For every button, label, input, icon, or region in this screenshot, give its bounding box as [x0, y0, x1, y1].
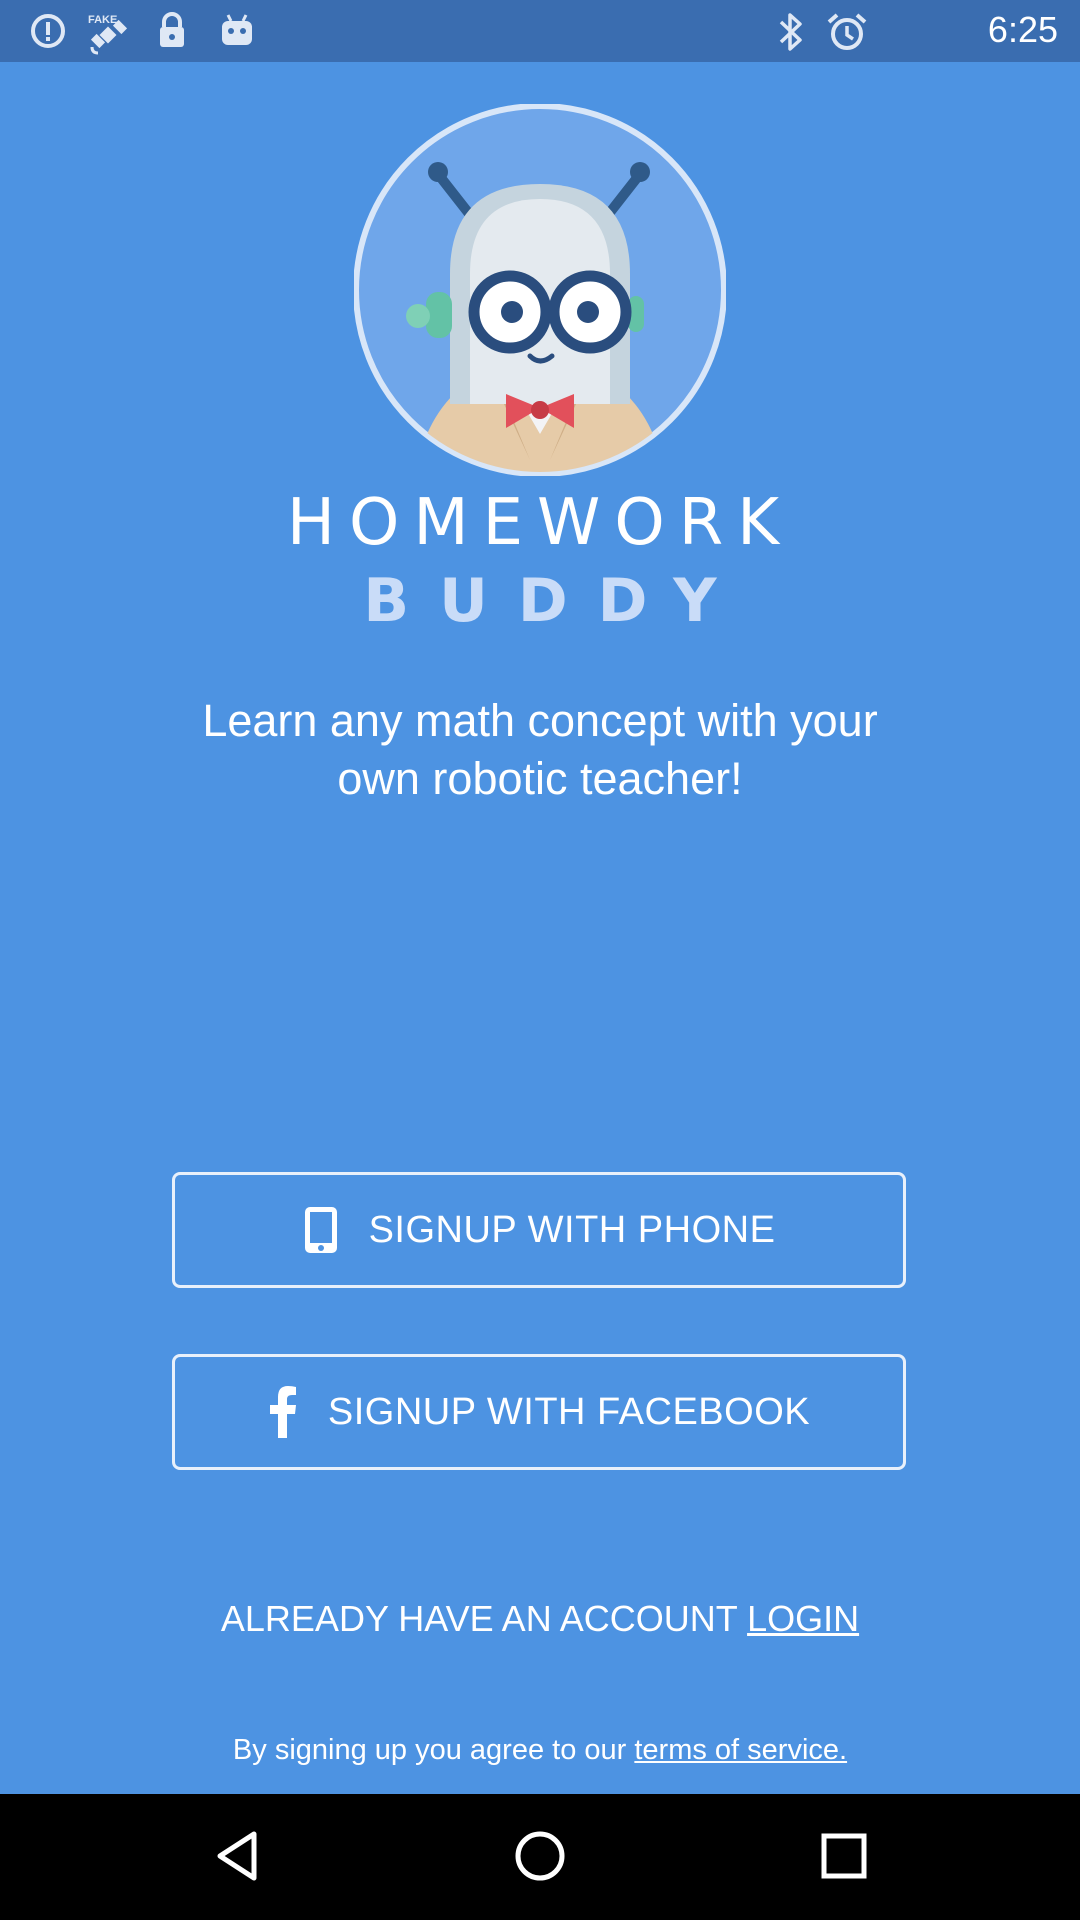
- signup-facebook-button[interactable]: SIGNUP WITH FACEBOOK: [172, 1354, 906, 1470]
- android-icon: [222, 14, 252, 45]
- login-link[interactable]: LOGIN: [747, 1598, 859, 1639]
- lock-icon: [160, 12, 184, 47]
- phone-icon: [303, 1205, 339, 1255]
- alert-circle-icon: [31, 14, 65, 48]
- recents-icon[interactable]: [814, 1826, 874, 1886]
- terms-of-service-link[interactable]: terms of service.: [634, 1734, 847, 1766]
- app-logo-title: HOMEWORK: [286, 486, 794, 560]
- terms-text: By signing up you agree to our: [232, 1734, 635, 1766]
- back-icon[interactable]: [208, 1826, 268, 1886]
- robot-mascot-logo: [354, 104, 726, 476]
- tagline-text: Learn any math concept with your own rob…: [202, 695, 878, 804]
- home-icon[interactable]: [510, 1826, 570, 1886]
- signup-phone-button[interactable]: SIGNUP WITH PHONE: [172, 1172, 906, 1288]
- bluetooth-icon: [779, 13, 802, 51]
- login-prompt-text: ALREADY HAVE AN ACCOUNT: [220, 1598, 748, 1639]
- app-logo-subtitle: BUDDY: [363, 566, 747, 636]
- status-time: 6:25: [987, 9, 1058, 50]
- facebook-icon: [268, 1386, 298, 1438]
- login-prompt: ALREADY HAVE AN ACCOUNT LOGIN: [0, 1598, 1080, 1640]
- fake-gps-satellite-icon: FAKE: [88, 14, 128, 55]
- signup-facebook-label: SIGNUP WITH FACEBOOK: [327, 1390, 811, 1433]
- alarm-icon: [827, 13, 867, 50]
- svg-text:FAKE: FAKE: [88, 14, 117, 26]
- terms-notice: By signing up you agree to our terms of …: [0, 1734, 1080, 1767]
- status-bar: FAKE 6:25: [0, 0, 1080, 62]
- signup-phone-label: SIGNUP WITH PHONE: [368, 1208, 776, 1251]
- navigation-bar: [0, 1794, 1080, 1920]
